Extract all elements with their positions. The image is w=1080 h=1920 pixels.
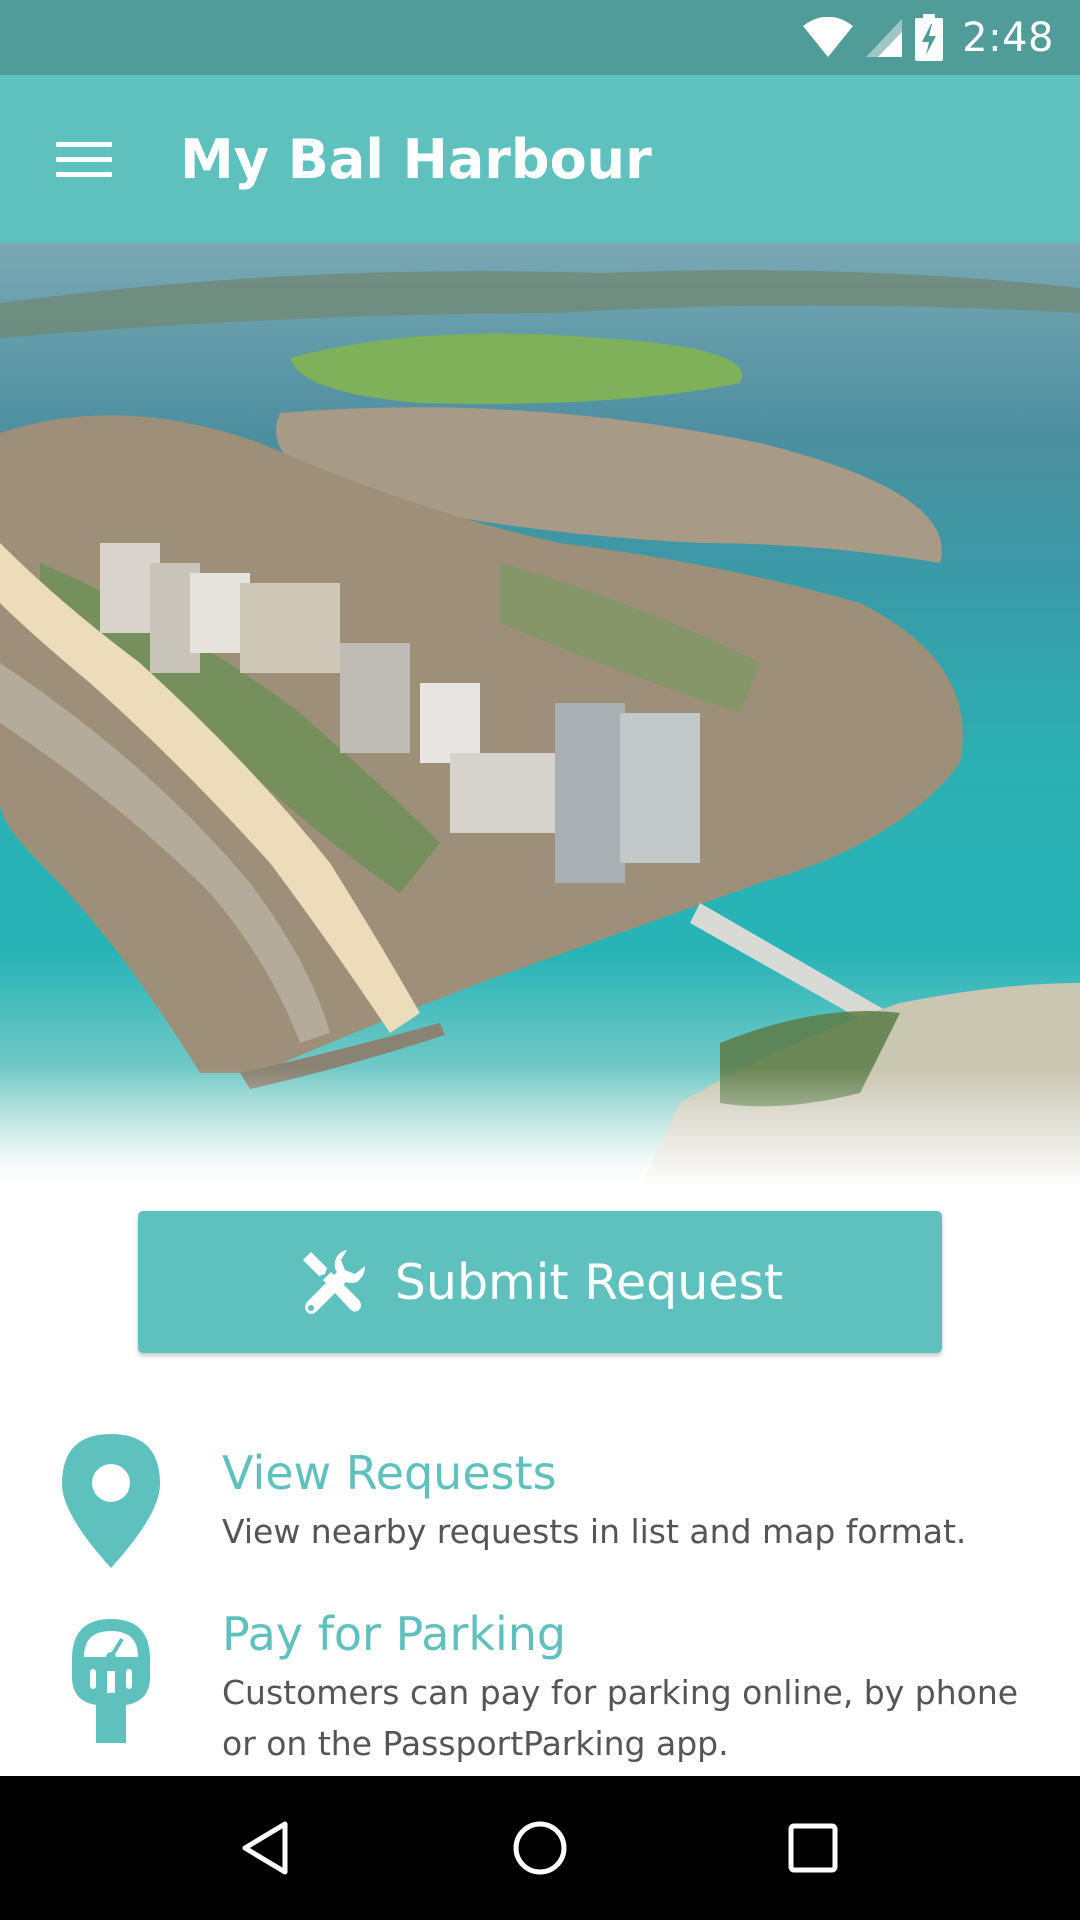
status-clock: 2:48 <box>962 14 1054 61</box>
navigation-bar <box>0 1776 1080 1920</box>
submit-request-button[interactable]: Submit Request <box>138 1211 942 1353</box>
recents-icon[interactable] <box>758 1793 868 1903</box>
battery-charging-icon <box>914 13 944 62</box>
home-icon[interactable] <box>485 1793 595 1903</box>
parking-meter-icon <box>70 1617 152 1749</box>
back-icon[interactable] <box>212 1793 322 1903</box>
list-item-view-requests[interactable]: View Requests View nearby requests in li… <box>0 1420 1080 1580</box>
app-bar: My Bal Harbour <box>0 75 1080 243</box>
app-title: My Bal Harbour <box>180 127 652 191</box>
submit-request-label: Submit Request <box>394 1253 784 1311</box>
status-bar: 2:48 <box>0 0 1080 75</box>
map-pin-icon <box>58 1432 164 1574</box>
aerial-coastline-photo <box>0 243 1080 1188</box>
pay-for-parking-title: Pay for Parking <box>222 1607 567 1661</box>
wrench-screwdriver-icon <box>297 1246 369 1318</box>
signal-icon <box>864 14 904 62</box>
list-item-pay-for-parking[interactable]: Pay for Parking Customers can pay for pa… <box>0 1585 1080 1775</box>
hamburger-menu-icon[interactable] <box>0 75 168 243</box>
view-requests-title: View Requests <box>222 1446 557 1500</box>
pay-for-parking-description: Customers can pay for parking online, by… <box>222 1673 1019 1763</box>
view-requests-description: View nearby requests in list and map for… <box>222 1512 967 1551</box>
wifi-icon <box>802 14 854 62</box>
